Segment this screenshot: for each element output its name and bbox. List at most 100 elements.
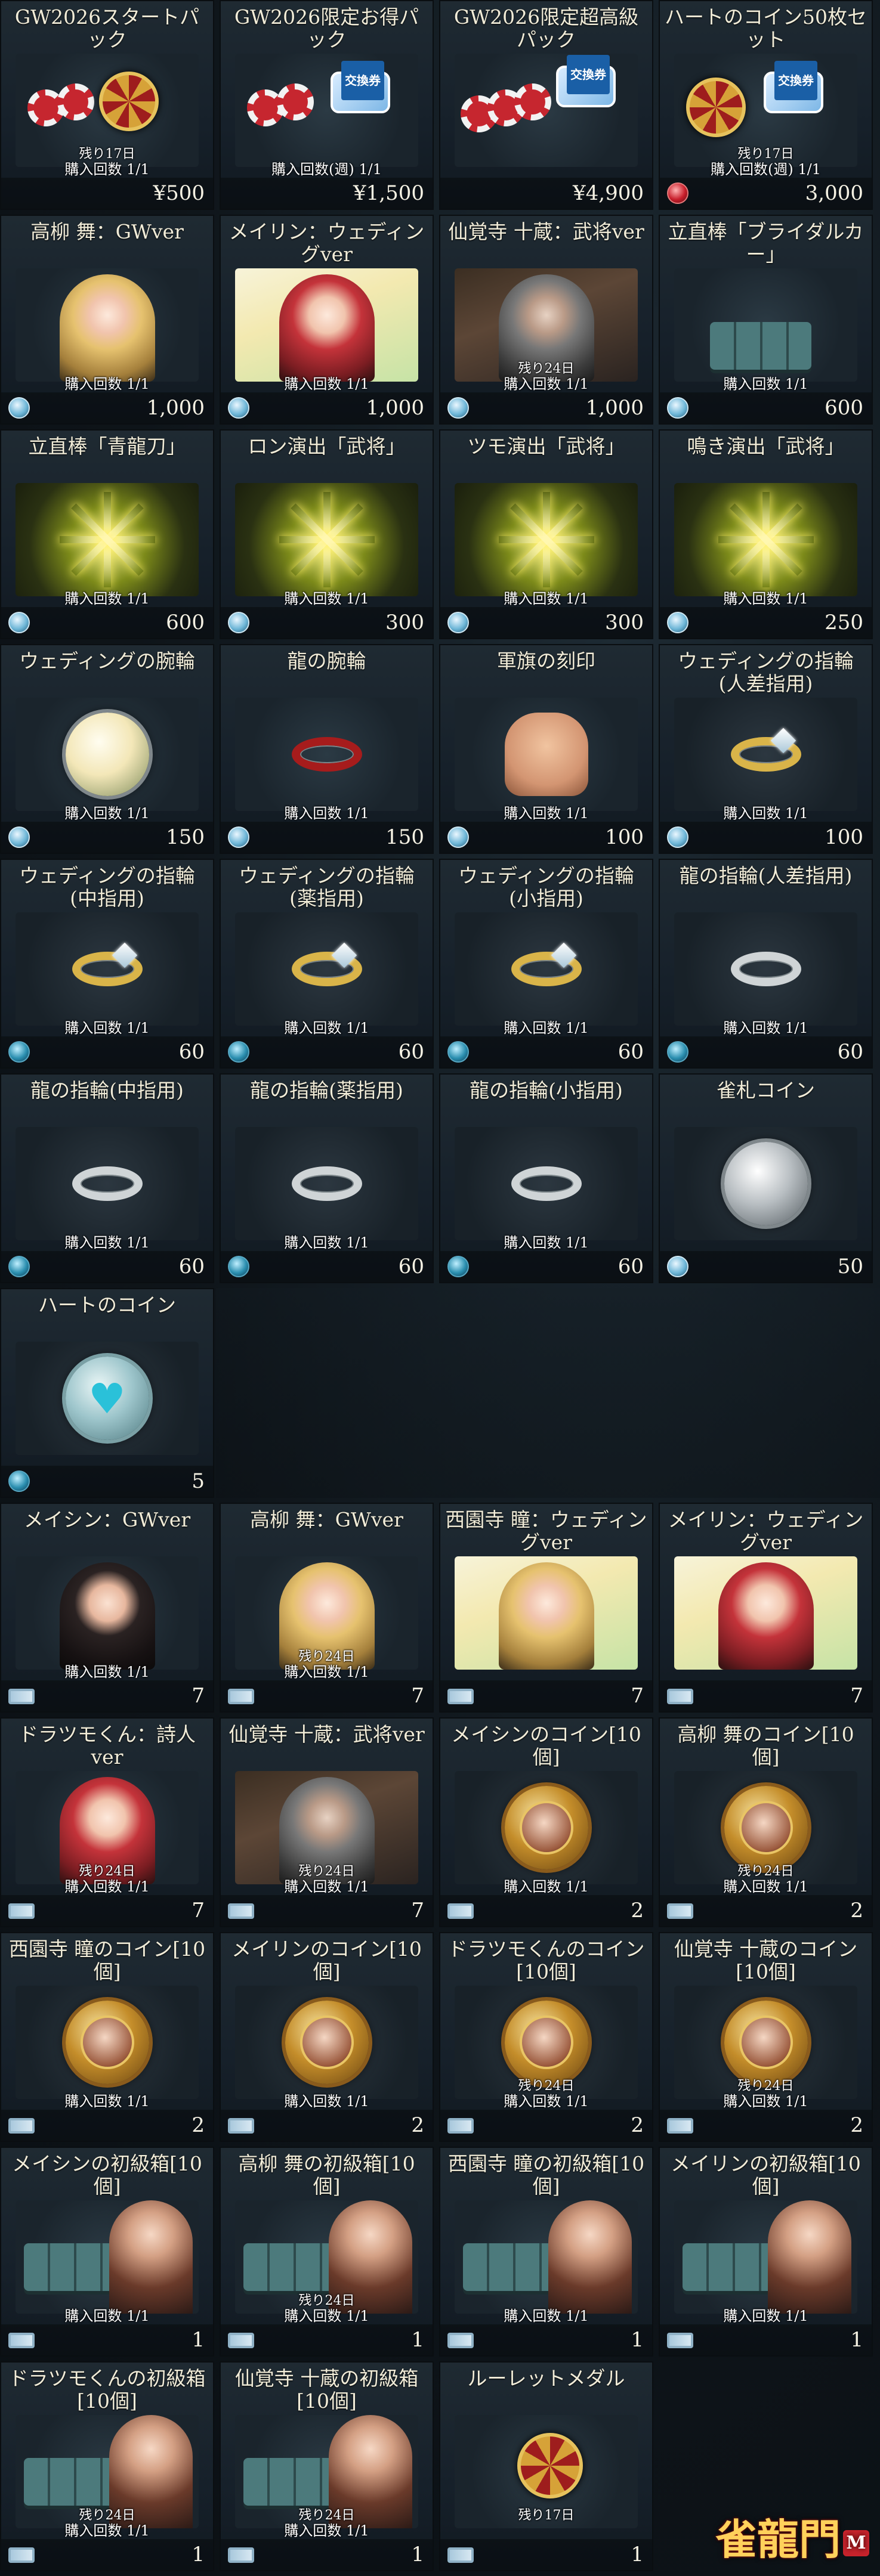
shop-item-card[interactable]: 仙覚寺 十蔵の初級箱[10個] 残り24日 購入回数 1/1 1: [220, 2361, 434, 2571]
chips-icon: 22交換券: [235, 61, 390, 137]
item-image: [16, 268, 199, 382]
item-title: メイシンのコイン[10個]: [451, 1723, 641, 1769]
item-title: 高柳 舞：GWver: [250, 1508, 403, 1531]
price-label: 7: [631, 1684, 644, 1708]
price-label: 60: [178, 1255, 205, 1278]
shop-item-card[interactable]: 高柳 舞の初級箱[10個] 残り24日 購入回数 1/1 1: [220, 2147, 434, 2357]
coin-icon: [724, 2001, 808, 2084]
price-label: 100: [605, 825, 644, 849]
item-title: ドラツモくんの初級箱[10個]: [8, 2367, 206, 2413]
shop-item-card[interactable]: ドラツモくんのコイン[10個] 残り24日 購入回数 1/1 2: [439, 1932, 653, 2142]
currency-icon: [447, 397, 469, 419]
item-image: [16, 1986, 199, 2099]
shop-item-card[interactable]: メイリンの初級箱[10個] 購入回数 1/1 1: [659, 2147, 873, 2357]
item-image: [674, 912, 857, 1026]
shop-item-card[interactable]: メイリン：ウェディングver 7: [659, 1503, 873, 1713]
shop-item-card[interactable]: 龍の指輪(薬指用) 購入回数 1/1 60: [220, 1073, 434, 1283]
shop-item-card[interactable]: 仙覚寺 十蔵：武将ver 残り24日 購入回数 1/1 1,000: [439, 215, 653, 425]
item-title: 雀札コイン: [717, 1079, 815, 1102]
shop-item-card[interactable]: ウェディングの指輪(小指用) 購入回数 1/1 60: [439, 859, 653, 1069]
item-image: [455, 698, 638, 811]
shop-item-card[interactable]: GW2026限定超高級パック22交換券 ¥4,900: [439, 0, 653, 210]
shop-item-card[interactable]: 龍の腕輪 購入回数 1/1 150: [220, 644, 434, 854]
shop-item-card[interactable]: 仙覚寺 十蔵のコイン[10個] 残り24日 購入回数 1/1 2: [659, 1932, 873, 2142]
shop-item-card[interactable]: ロン演出「武将」 購入回数 1/1 300: [220, 429, 434, 639]
purchase-limit: 購入回数 1/1: [723, 2308, 808, 2324]
price-label: 7: [192, 1899, 205, 1922]
shop-item-card[interactable]: 龍の指輪(中指用) 購入回数 1/1 60: [0, 1073, 214, 1283]
item-title: 龍の腕輪: [287, 649, 366, 673]
shop-item-card[interactable]: GW2026スタートパック 残り17日 購入回数 1/1 ¥500: [0, 0, 214, 210]
price-bar: 300: [221, 607, 433, 638]
shop-item-card[interactable]: ハートのコイン ♥ 5: [0, 1288, 214, 1498]
shop-item-card[interactable]: 立直棒「青龍刀」 購入回数 1/1 600: [0, 429, 214, 639]
price-label: 60: [617, 1040, 644, 1064]
item-image: [674, 1556, 857, 1670]
shop-item-card[interactable]: 立直棒「ブライダルカー」 購入回数 1/1 600: [659, 215, 873, 425]
shop-item-card[interactable]: 軍旗の刻印 購入回数 1/1 100: [439, 644, 653, 854]
shop-item-card[interactable]: 鳴き演出「武将」 購入回数 1/1 250: [659, 429, 873, 639]
price-bar: 1: [440, 2539, 652, 2570]
price-bar: 2: [1, 2110, 213, 2141]
shop-item-card[interactable]: 西園寺 瞳の初級箱[10個] 購入回数 1/1 1: [439, 2147, 653, 2357]
shop-item-card[interactable]: メイシンの初級箱[10個] 購入回数 1/1 1: [0, 2147, 214, 2357]
price-label: 150: [166, 825, 205, 849]
game-logo: 雀龍門 M: [715, 2506, 869, 2566]
shop-item-card[interactable]: ウェディングの腕輪 購入回数 1/1 150: [0, 644, 214, 854]
price-bar: 3,000: [660, 178, 872, 209]
shop-item-card[interactable]: メイリン：ウェディングver 購入回数 1/1 1,000: [220, 215, 434, 425]
currency-icon: [228, 612, 249, 633]
shop-item-card[interactable]: ハートのコイン50枚セット22交換券残り17日購入回数(週) 1/13,000: [659, 0, 873, 210]
chips-icon: [16, 66, 159, 137]
shop-item-card[interactable]: ウェディングの指輪(人差指用) 購入回数 1/1 100: [659, 644, 873, 854]
character-portrait: [718, 1562, 814, 1670]
price-label: 2: [411, 2113, 424, 2137]
purchase-limit: 購入回数 1/1: [284, 805, 369, 822]
shop-item-card[interactable]: 雀札コイン 50: [659, 1073, 873, 1283]
currency-icon: [8, 2118, 35, 2134]
shop-item-card[interactable]: 高柳 舞：GWver 購入回数 1/1 1,000: [0, 215, 214, 425]
shop-item-card[interactable]: 高柳 舞：GWver 残り24日 購入回数 1/1 7: [220, 1503, 434, 1713]
item-title: 立直棒「ブライダルカー」: [668, 220, 864, 266]
currency-icon: [667, 397, 688, 419]
purchase-limit: 購入回数(週) 1/1: [271, 161, 382, 178]
shop-item-card[interactable]: ウェディングの指輪(中指用) 購入回数 1/1 60: [0, 859, 214, 1069]
shop-item-card[interactable]: ツモ演出「武将」 購入回数 1/1 300: [439, 429, 653, 639]
item-image: [674, 698, 857, 811]
shop-item-card[interactable]: ルーレットメダル 残り17日 1: [439, 2361, 653, 2571]
shop-item-card[interactable]: メイシン：GWver 購入回数 1/1 7: [0, 1503, 214, 1713]
item-title: メイシンの初級箱[10個]: [12, 2152, 202, 2198]
price-label: 1,000: [585, 396, 644, 420]
item-title: 仙覚寺 十蔵のコイン[10個]: [674, 1937, 858, 1983]
purchase-limit: 購入回数 1/1: [504, 1020, 589, 1036]
purchase-limit: 購入回数 1/1: [504, 805, 589, 822]
shop-item-card[interactable]: ウェディングの指輪(薬指用) 購入回数 1/1 60: [220, 859, 434, 1069]
currency-icon: [8, 612, 30, 633]
shop-item-card[interactable]: メイシンのコイン[10個] 購入回数 1/1 2: [439, 1717, 653, 1927]
price-label: 300: [385, 611, 424, 634]
price-bar: 2: [660, 1895, 872, 1926]
price-bar: 1,000: [440, 392, 652, 423]
shop-item-card[interactable]: 龍の指輪(人差指用) 購入回数 1/1 60: [659, 859, 873, 1069]
shop-item-card[interactable]: 西園寺 瞳のコイン[10個] 購入回数 1/1 2: [0, 1932, 214, 2142]
item-image: [16, 1556, 199, 1670]
shop-item-card[interactable]: GW2026限定お得パック 22交換券購入回数(週) 1/1 ¥1,500: [220, 0, 434, 210]
purchase-limit: 購入回数 1/1: [504, 2093, 589, 2110]
shop-item-card[interactable]: ドラツモくんの初級箱[10個] 残り24日 購入回数 1/1 1: [0, 2361, 214, 2571]
currency-icon: [447, 1256, 469, 1277]
item-image: [455, 2200, 638, 2314]
shop-item-card[interactable]: 西園寺 瞳：ウェディングver 7: [439, 1503, 653, 1713]
price-label: 1: [411, 2328, 424, 2352]
currency-icon: [8, 1470, 30, 1492]
price-bar: 7: [660, 1680, 872, 1711]
shop-item-card[interactable]: 仙覚寺 十蔵：武将ver 残り24日 購入回数 1/1 7: [220, 1717, 434, 1927]
item-title: メイリンのコイン[10個]: [231, 1937, 422, 1983]
price-bar: 1: [221, 2324, 433, 2355]
shop-item-card[interactable]: 高柳 舞のコイン[10個] 残り24日 購入回数 1/1 2: [659, 1717, 873, 1927]
price-label: 7: [411, 1684, 424, 1708]
shop-item-card[interactable]: メイリンのコイン[10個] 購入回数 1/1 2: [220, 1932, 434, 2142]
shop-item-card[interactable]: ドラツモくん：詩人ver 残り24日 購入回数 1/1 7: [0, 1717, 214, 1927]
shop-item-card[interactable]: 龍の指輪(小指用) 購入回数 1/1 60: [439, 1073, 653, 1283]
item-title: ドラツモくんのコイン[10個]: [447, 1937, 645, 1983]
item-title: ウェディングの指輪(小指用): [458, 864, 634, 910]
